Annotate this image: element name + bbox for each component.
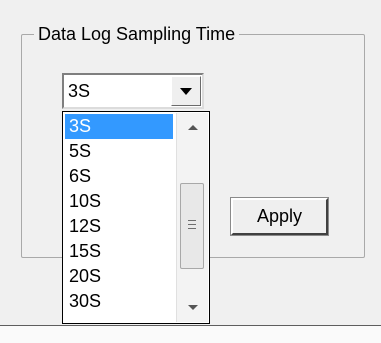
grip-line-icon [188, 220, 196, 221]
sampling-time-dropdown-list[interactable]: 3S 5S 6S 10S 12S 15S 20S 30S [62, 111, 210, 324]
scroll-down-button[interactable] [177, 292, 208, 322]
list-item-12s[interactable]: 12S [65, 214, 173, 239]
grip-line-icon [188, 228, 196, 229]
combobox-value: 3S [68, 81, 91, 101]
list-item-10s[interactable]: 10S [65, 189, 173, 214]
list-item-20s[interactable]: 20S [65, 264, 173, 289]
scrollbar-thumb[interactable] [180, 183, 204, 269]
dropdown-scrollbar[interactable] [176, 113, 208, 322]
list-item-6s[interactable]: 6S [65, 164, 173, 189]
scroll-down-arrow-icon [188, 305, 198, 310]
list-item-3s[interactable]: 3S [65, 114, 173, 139]
scroll-up-button[interactable] [177, 113, 208, 143]
dropdown-options: 3S 5S 6S 10S 12S 15S 20S 30S [65, 114, 173, 314]
list-item-15s[interactable]: 15S [65, 239, 173, 264]
bottom-panel [0, 326, 381, 343]
groupbox-title: Data Log Sampling Time [34, 22, 240, 46]
combobox-dropdown-button[interactable] [171, 76, 201, 106]
scroll-up-arrow-icon [188, 125, 198, 130]
apply-button[interactable]: Apply [230, 197, 329, 236]
grip-line-icon [188, 224, 196, 225]
list-item-30s[interactable]: 30S [65, 289, 173, 314]
sampling-time-combobox[interactable]: 3S [62, 73, 204, 109]
chevron-down-icon [180, 88, 192, 95]
list-item-5s[interactable]: 5S [65, 139, 173, 164]
